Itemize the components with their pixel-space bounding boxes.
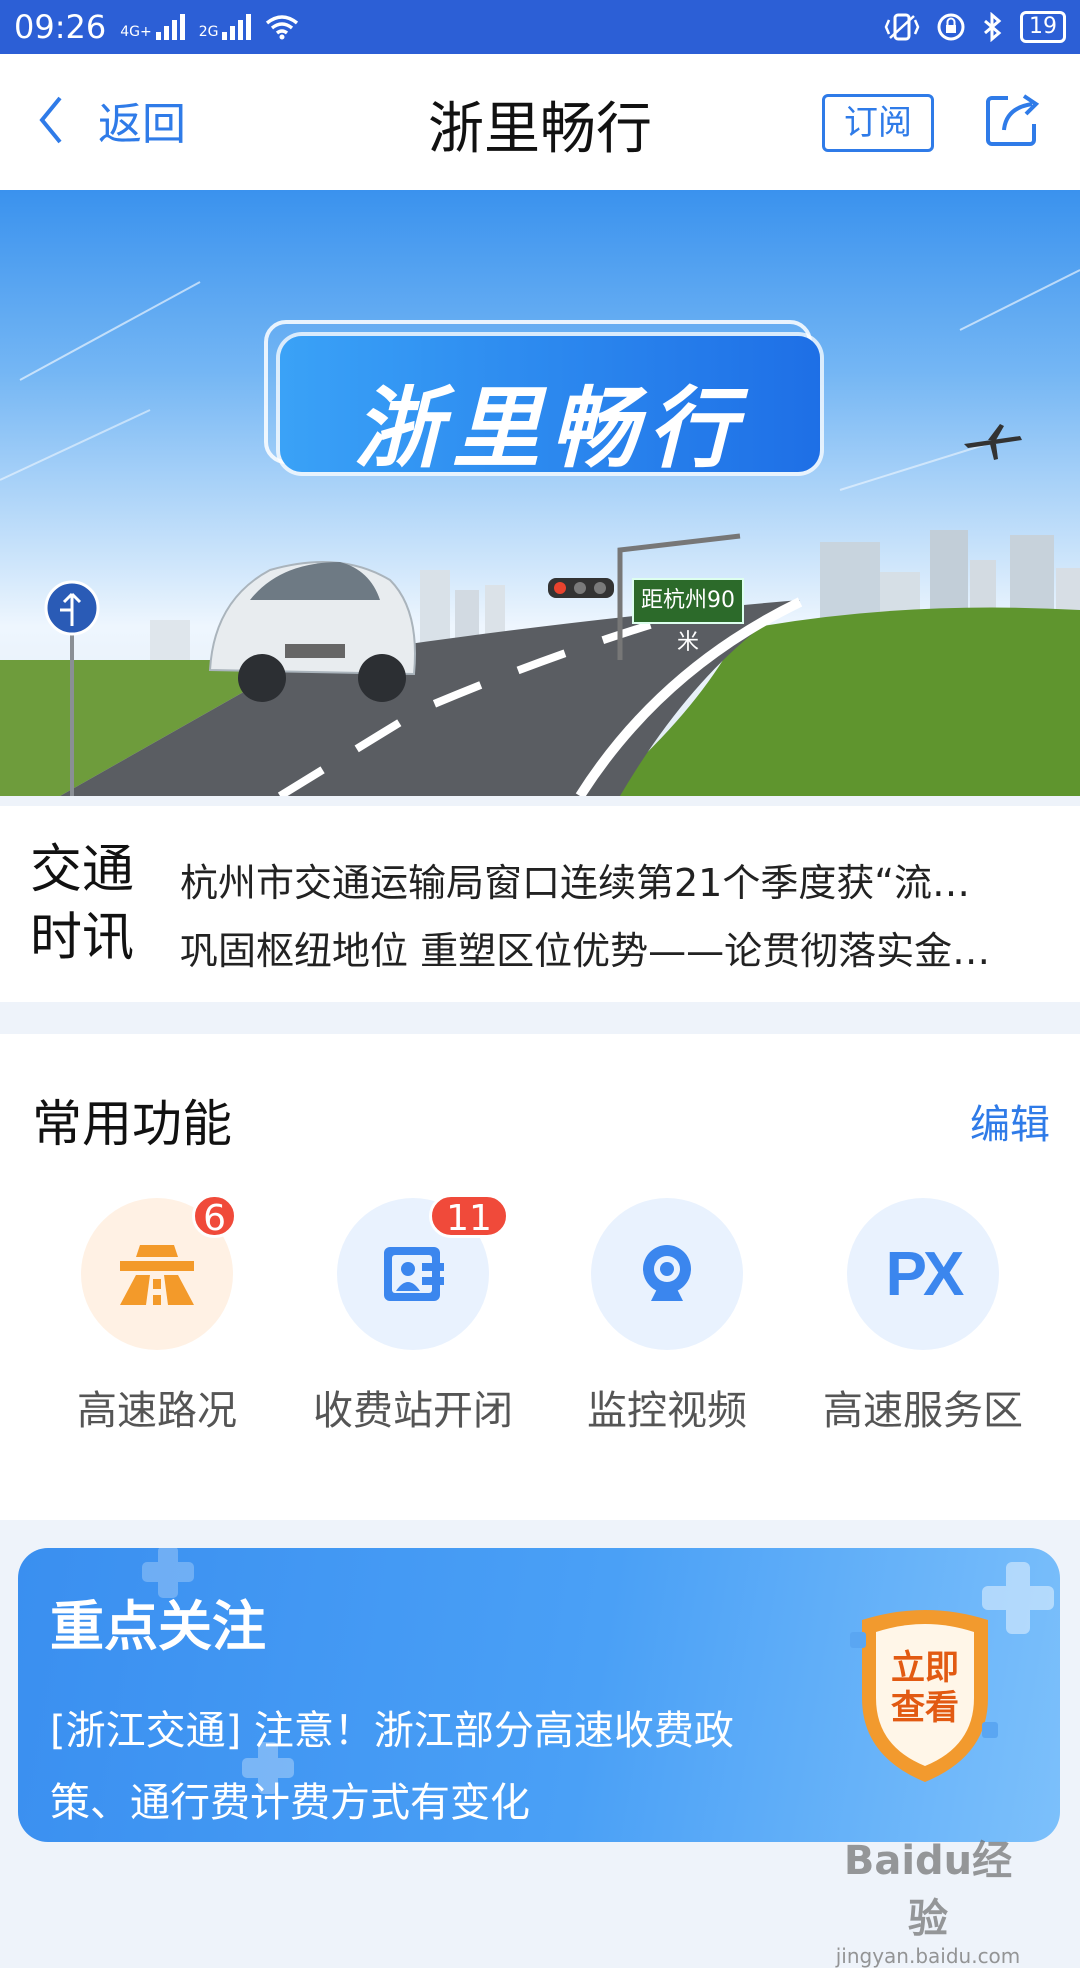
highway-icon — [120, 1245, 194, 1305]
status-bar: 09:26 4G+ 2G 19 — [0, 0, 1080, 54]
watermark-logo: Baidu经验 — [843, 1838, 1013, 1942]
view-now-button[interactable]: 立即 查看 — [850, 1648, 1000, 1728]
function-label: 监控视频 — [587, 1388, 747, 1434]
section-title: 常用功能 — [32, 1095, 232, 1153]
function-icon-circle: PX — [847, 1198, 999, 1350]
function-label: 高速路况 — [77, 1388, 237, 1434]
watermark-url: jingyan.baidu.com — [835, 1944, 1021, 1968]
camera-icon — [643, 1245, 691, 1301]
distance-sign: 距杭州90米 — [632, 578, 744, 655]
function-service-area[interactable]: PX 高速服务区 — [808, 1198, 1038, 1436]
news-item[interactable]: 巩固枢纽地位 重塑区位优势——论贯彻落实金… — [180, 920, 1040, 975]
nav-bar: 返回 浙里畅行 订阅 — [0, 54, 1080, 190]
vibrate-icon — [884, 13, 920, 41]
banner-logo-text: 浙里畅行 — [353, 377, 746, 480]
focus-text-line1: [浙江交通] 注意！浙江部分高速收费政 — [50, 1708, 734, 1754]
badge-count: 11 — [429, 1194, 509, 1239]
wifi-icon — [266, 15, 299, 40]
status-right: 19 — [884, 11, 1066, 43]
function-icon-circle — [591, 1198, 743, 1350]
watermark: Baidu经验 jingyan.baidu.com — [828, 1828, 1028, 1968]
signal-4g: 4G+ — [120, 14, 185, 40]
banner-scenery — [0, 269, 1080, 796]
function-monitor-video[interactable]: 监控视频 — [552, 1198, 782, 1436]
rotation-lock-icon — [937, 13, 965, 41]
focus-title: 重点关注 — [50, 1595, 266, 1658]
news-label-line2: 时讯 — [30, 908, 135, 968]
function-label: 高速服务区 — [823, 1388, 1023, 1434]
status-time: 09:26 — [14, 8, 107, 46]
function-label: 收费站开闭 — [313, 1388, 513, 1434]
function-icon-circle: 6 — [81, 1194, 237, 1350]
hero-banner[interactable]: 浙里畅行 距杭州90米 — [0, 190, 1080, 796]
cta-line1: 立即 — [891, 1648, 959, 1688]
cta-line2: 查看 — [891, 1688, 959, 1728]
news-item[interactable]: 杭州市交通运输局窗口连续第21个季度获“流… — [180, 852, 1040, 907]
news-label-line1: 交通 — [30, 840, 135, 900]
common-functions: 常用功能 编辑 6 高速路况 11 收费站开闭 监控视频 PX 高速服务区 — [0, 1034, 1080, 1520]
signal-bars-icon — [222, 14, 252, 40]
subscribe-button[interactable]: 订阅 — [822, 94, 934, 152]
edit-button[interactable]: 编辑 — [970, 1092, 1050, 1150]
share-icon[interactable] — [984, 90, 1042, 148]
signal-4g-label: 4G+ — [120, 24, 152, 40]
airplane-icon — [964, 424, 1022, 460]
service-area-icon: PX — [885, 1239, 965, 1309]
traffic-news: 交通 时讯 杭州市交通运输局窗口连续第21个季度获“流… 巩固枢纽地位 重塑区位… — [0, 806, 1080, 1002]
focus-text-line2: 策、通行费计费方式有变化 — [50, 1780, 530, 1826]
signal-2g: 2G — [199, 14, 252, 40]
signal-bars-icon — [155, 14, 185, 40]
banner-logo: 浙里畅行 — [280, 336, 820, 480]
battery-icon: 19 — [1020, 11, 1066, 43]
function-icon-circle: 11 — [337, 1194, 509, 1350]
badge-count: 6 — [192, 1194, 237, 1239]
signal-2g-label: 2G — [198, 24, 219, 40]
toll-station-icon — [384, 1247, 444, 1301]
function-toll-station[interactable]: 11 收费站开闭 — [298, 1194, 528, 1436]
bluetooth-icon — [984, 12, 1002, 42]
status-left: 09:26 4G+ 2G — [14, 8, 299, 46]
news-label: 交通 时讯 — [30, 836, 150, 972]
function-highway-status[interactable]: 6 高速路况 — [42, 1194, 272, 1436]
